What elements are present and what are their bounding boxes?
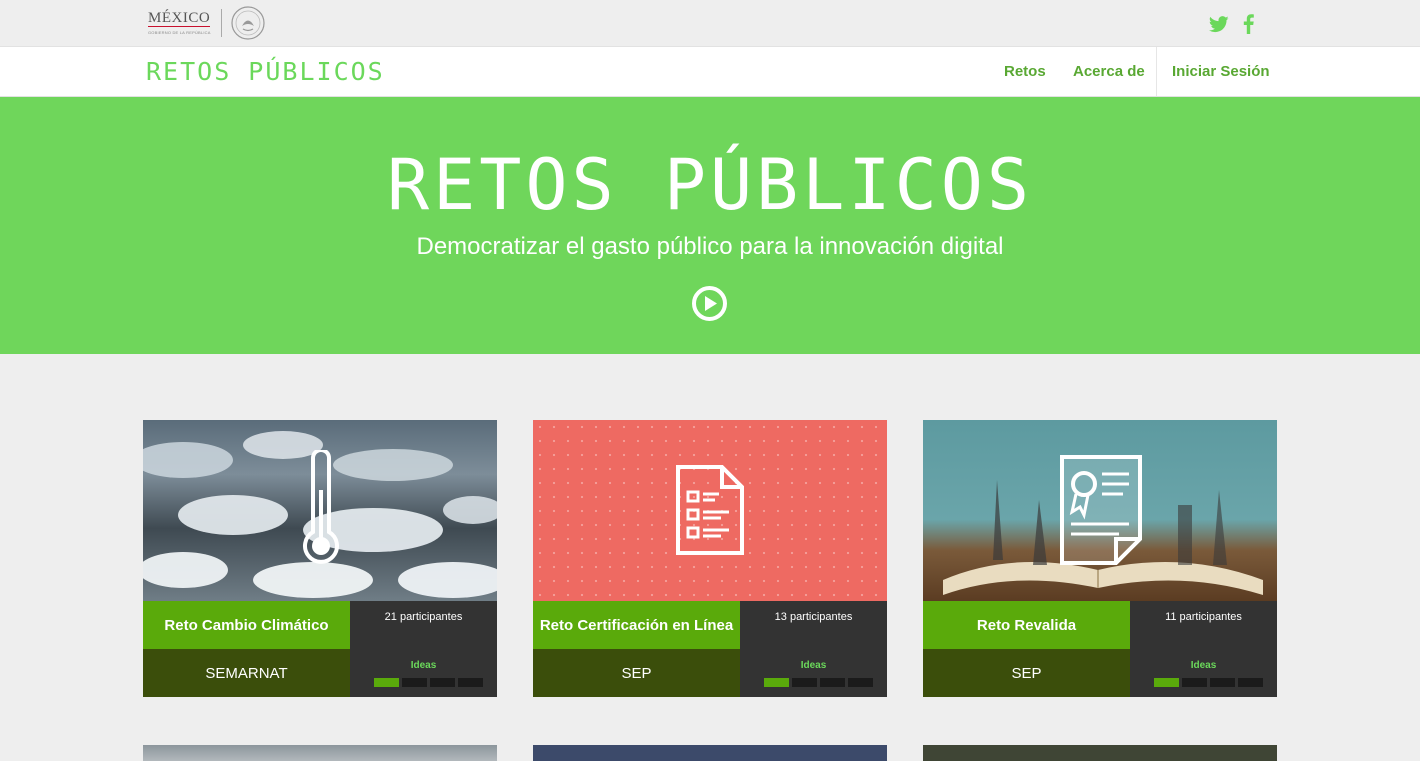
- checklist-document-icon: [676, 465, 744, 555]
- card-agency: SEP: [533, 649, 740, 697]
- gov-name: MÉXICO: [148, 10, 211, 26]
- card-participants: 13 participantes: [774, 611, 853, 623]
- progress-segment: [1182, 678, 1207, 687]
- card-stage: Ideas: [1190, 660, 1217, 671]
- challenge-card[interactable]: Reto Certificación en Línea SEP 13 parti…: [533, 420, 887, 697]
- hero-subtitle: Democratizar el gasto público para la in…: [416, 233, 1004, 260]
- stage-progress: [374, 678, 483, 687]
- stage-progress: [1154, 678, 1263, 687]
- certificate-icon: [1060, 455, 1142, 565]
- main-navbar: RETOS PÚBLICOS Retos Acerca de Iniciar S…: [0, 46, 1420, 97]
- card-image-book: [923, 420, 1277, 601]
- gov-text: MÉXICO GOBIERNO DE LA REPÚBLICA: [148, 11, 211, 35]
- card-participants: 11 participantes: [1165, 611, 1242, 623]
- brand-logo[interactable]: RETOS PÚBLICOS: [146, 53, 385, 89]
- facebook-icon[interactable]: [1236, 12, 1260, 36]
- progress-segment: [458, 678, 483, 687]
- card-image-ice: [143, 420, 497, 601]
- challenge-card-partial[interactable]: [533, 745, 887, 761]
- card-title[interactable]: Reto Revalida: [923, 601, 1130, 649]
- play-circle-icon[interactable]: [691, 285, 728, 322]
- card-agency: SEMARNAT: [143, 649, 350, 697]
- challenge-card-partial[interactable]: [923, 745, 1277, 761]
- progress-segment: [374, 678, 399, 687]
- progress-segment: [820, 678, 845, 687]
- progress-segment: [792, 678, 817, 687]
- progress-segment: [1210, 678, 1235, 687]
- nav-link-retos[interactable]: Retos: [1004, 63, 1046, 80]
- card-stage: Ideas: [410, 660, 437, 671]
- card-title[interactable]: Reto Cambio Climático: [143, 601, 350, 649]
- stage-progress: [764, 678, 873, 687]
- hero-banner: RETOS PÚBLICOS Democratizar el gasto púb…: [0, 97, 1420, 354]
- progress-segment: [848, 678, 873, 687]
- thermometer-icon: [303, 450, 339, 564]
- challenge-card-partial[interactable]: [143, 745, 497, 761]
- login-link[interactable]: Iniciar Sesión: [1172, 63, 1270, 80]
- progress-segment: [1154, 678, 1179, 687]
- card-agency: SEP: [923, 649, 1130, 697]
- challenge-card[interactable]: Reto Revalida SEP 11 participantes Ideas: [923, 420, 1277, 697]
- card-stats: 11 participantes Ideas: [1130, 601, 1277, 697]
- progress-segment: [402, 678, 427, 687]
- national-seal-icon: [231, 6, 265, 40]
- nav-link-acerca-de[interactable]: Acerca de: [1073, 63, 1145, 80]
- gov-sub: GOBIERNO DE LA REPÚBLICA: [148, 30, 211, 35]
- progress-segment: [1238, 678, 1263, 687]
- gov-underline: [148, 26, 210, 27]
- card-image-dots: [533, 420, 887, 601]
- challenge-card[interactable]: Reto Cambio Climático SEMARNAT 21 partic…: [143, 420, 497, 697]
- progress-segment: [764, 678, 789, 687]
- gov-separator: [220, 9, 222, 37]
- card-stats: 21 participantes Ideas: [350, 601, 497, 697]
- gobierno-logo[interactable]: MÉXICO GOBIERNO DE LA REPÚBLICA: [148, 6, 265, 40]
- card-title[interactable]: Reto Certificación en Línea: [533, 601, 740, 649]
- card-stats: 13 participantes Ideas: [740, 601, 887, 697]
- progress-segment: [430, 678, 455, 687]
- government-bar: MÉXICO GOBIERNO DE LA REPÚBLICA: [0, 0, 1420, 46]
- card-participants: 21 participantes: [384, 611, 463, 623]
- card-stage: Ideas: [800, 660, 827, 671]
- hero-title: RETOS PÚBLICOS: [386, 144, 1033, 226]
- nav-divider: [1156, 47, 1157, 96]
- twitter-icon[interactable]: [1207, 12, 1231, 36]
